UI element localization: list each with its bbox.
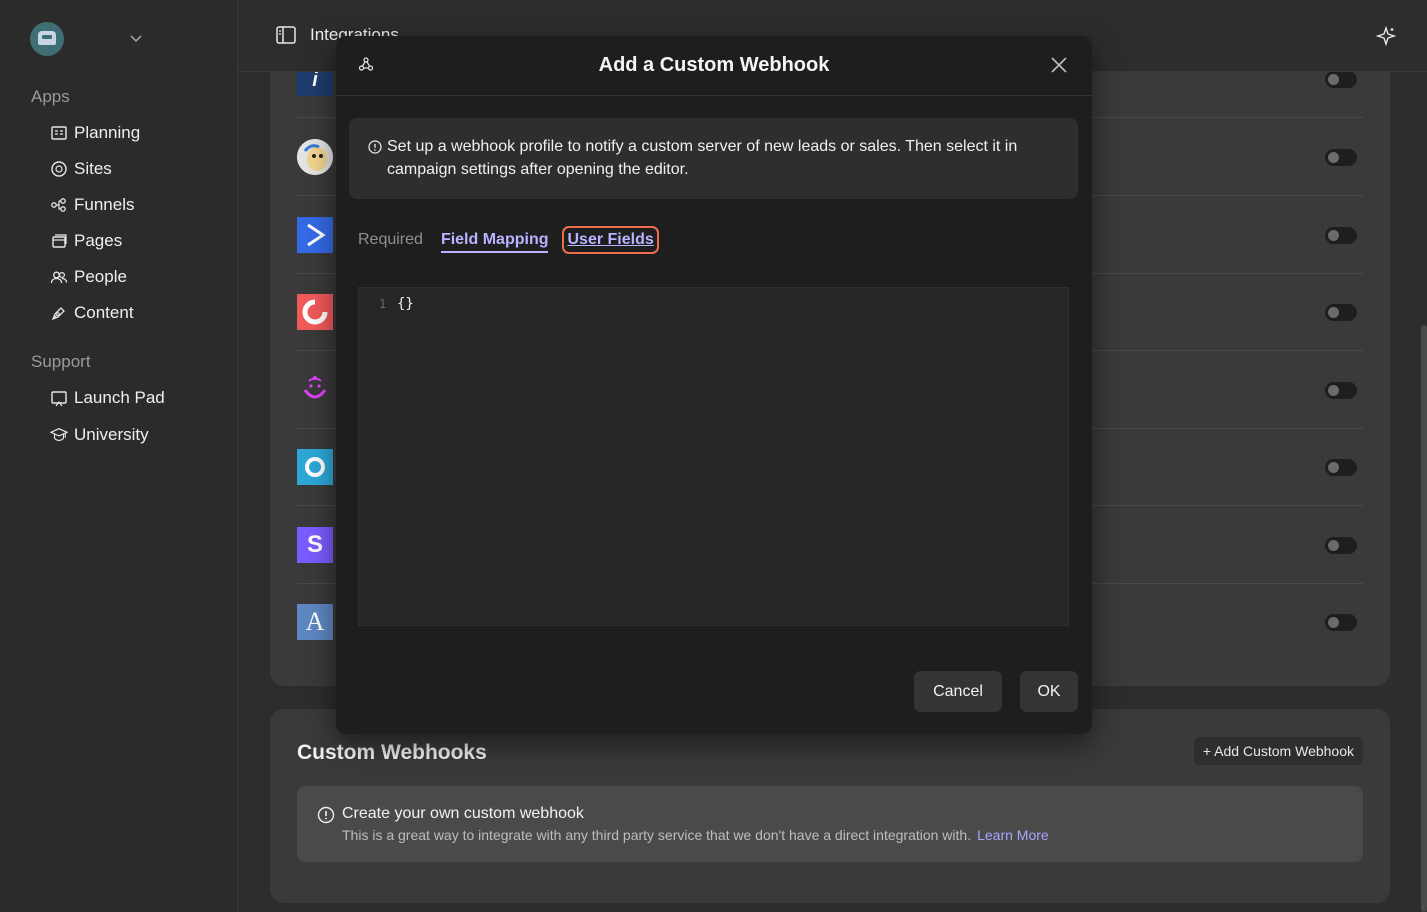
app-root: Apps Planning Sites Funnels Pages People…	[0, 0, 1427, 912]
tab-field-mapping[interactable]: Field Mapping	[440, 227, 549, 253]
add-webhook-modal: Add a Custom Webhook Set up a webhook pr…	[336, 36, 1092, 734]
line-number: 1	[379, 297, 387, 311]
tab-required[interactable]: Required	[358, 227, 423, 253]
modal-info-text: Set up a webhook profile to notify a cus…	[387, 138, 1018, 178]
code-content[interactable]: {}	[397, 296, 414, 312]
info-icon	[368, 140, 382, 154]
modal-tabs: Required Field Mapping User Fields	[358, 222, 677, 258]
ok-button[interactable]: OK	[1020, 671, 1078, 712]
modal-header: Add a Custom Webhook	[336, 36, 1092, 96]
cancel-button[interactable]: Cancel	[914, 671, 1002, 712]
close-icon[interactable]	[1050, 56, 1068, 74]
tab-user-fields[interactable]: User Fields	[562, 226, 659, 254]
code-editor[interactable]: 1 {}	[358, 287, 1069, 626]
modal-title: Add a Custom Webhook	[598, 54, 830, 76]
modal-info-box: Set up a webhook profile to notify a cus…	[349, 118, 1078, 199]
